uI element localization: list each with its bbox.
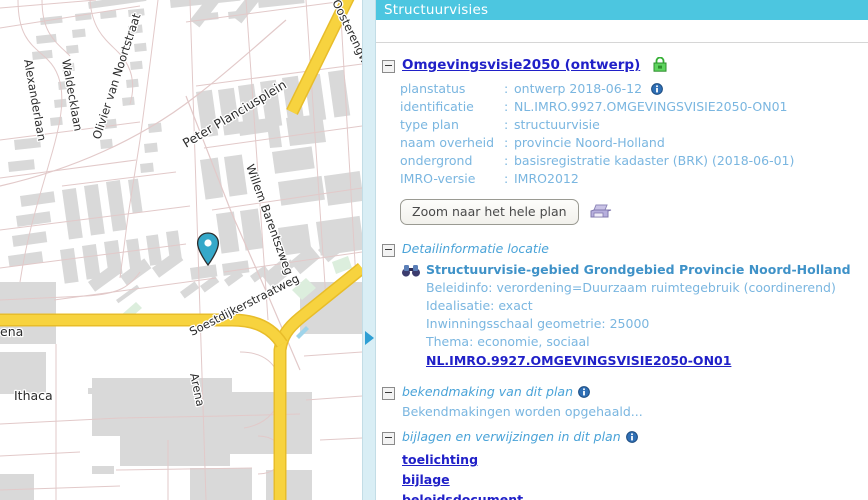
green-padlock-icon	[653, 57, 667, 72]
minus-box-icon[interactable]	[382, 432, 395, 445]
property-key: identificatie	[400, 99, 474, 114]
map-label-ithaca: Ithaca	[14, 388, 53, 403]
property-separator: :	[504, 171, 509, 186]
map-label-ena: ena	[0, 324, 23, 339]
detail-section-heading: Detailinformatie locatie	[402, 241, 549, 256]
detail-title-row: Structuurvisie-gebied Grondgebied Provin…	[402, 262, 868, 277]
plan-actions: Zoom naar het hele plan	[400, 199, 868, 225]
property-key: planstatus	[400, 81, 466, 96]
info-icon[interactable]	[578, 386, 590, 398]
property-key: ondergrond	[400, 153, 473, 168]
detail-section-body: Structuurvisie-gebied Grondgebied Provin…	[402, 262, 868, 368]
detail-title: Structuurvisie-gebied Grondgebied Provin…	[426, 262, 851, 277]
property-separator: :	[504, 81, 509, 96]
table-row: naam overheid : provincie Noord-Holland	[400, 135, 794, 153]
application-window: Alexanderlaan Waldecklaan Olivier van No…	[0, 0, 868, 500]
property-key: type plan	[400, 117, 459, 132]
attachment-link-beleidsdocument[interactable]: beleidsdocument	[402, 492, 868, 500]
property-value: provincie Noord-Holland	[514, 135, 665, 150]
printer-icon[interactable]	[590, 203, 612, 221]
property-value: IMRO2012	[514, 171, 579, 186]
table-row: type plan : structuurvisie	[400, 117, 794, 135]
property-value: structuurvisie	[514, 117, 600, 132]
property-value: basisregistratie kadaster (BRK) (2018-06…	[514, 153, 795, 168]
map-vector: Alexanderlaan Waldecklaan Olivier van No…	[0, 0, 362, 500]
plan-properties-table: planstatus : ontwerp 2018-06-12 identifi…	[400, 81, 794, 189]
panel-title: Structuurvisies	[376, 0, 868, 20]
property-key: IMRO-versie	[400, 171, 476, 186]
detail-imro-link[interactable]: NL.IMRO.9927.OMGEVINGSVISIE2050-ON01	[426, 353, 731, 368]
panel-splitter[interactable]	[362, 0, 376, 500]
attachments-section-header: bijlagen en verwijzingen in dit plan	[376, 429, 868, 445]
attachments-section-heading: bijlagen en verwijzingen in dit plan	[402, 429, 621, 444]
table-row: ondergrond : basisregistratie kadaster (…	[400, 153, 794, 171]
minus-box-icon[interactable]	[382, 387, 395, 400]
attachments-links: toelichting bijlage beleidsdocument	[402, 452, 868, 500]
minus-box-icon[interactable]	[382, 244, 395, 257]
attachment-link-bijlage[interactable]: bijlage	[402, 472, 868, 487]
location-pin-icon[interactable]	[196, 232, 220, 266]
table-row: identificatie : NL.IMRO.9927.OMGEVINGSVI…	[400, 99, 794, 117]
plan-header-row: Omgevingsvisie2050 (ontwerp)	[376, 57, 868, 73]
detail-line: Thema: economie, sociaal	[426, 334, 590, 349]
announcement-status-text: Bekendmakingen worden opgehaald...	[402, 404, 643, 419]
property-separator: :	[504, 135, 509, 150]
detail-link-wrap: NL.IMRO.9927.OMGEVINGSVISIE2050-ON01	[402, 353, 868, 368]
table-row: planstatus : ontwerp 2018-06-12	[400, 81, 794, 99]
property-value-text: ontwerp 2018-06-12	[514, 81, 643, 96]
detail-line: Inwinningsschaal geometrie: 25000	[426, 316, 650, 331]
table-row: IMRO-versie : IMRO2012	[400, 171, 794, 189]
info-icon[interactable]	[625, 431, 638, 443]
binoculars-icon	[402, 265, 420, 277]
detail-line: Idealisatie: exact	[426, 298, 533, 313]
property-key: naam overheid	[400, 135, 495, 150]
announcement-section-heading: bekendmaking van dit plan	[402, 384, 574, 399]
property-value: NL.IMRO.9927.OMGEVINGSVISIE2050-ON01	[514, 99, 788, 114]
property-separator: :	[504, 117, 509, 132]
detail-line: Beleidinfo: verordening=Duurzaam ruimteg…	[426, 280, 836, 295]
map-canvas[interactable]: Alexanderlaan Waldecklaan Olivier van No…	[0, 0, 362, 500]
property-separator: :	[504, 99, 509, 114]
attachment-link-toelichting[interactable]: toelichting	[402, 452, 868, 467]
info-icon[interactable]	[651, 83, 663, 95]
detail-section-header: Detailinformatie locatie	[376, 241, 868, 257]
panel-toolbar	[376, 20, 868, 43]
plan-title-link[interactable]: Omgevingsvisie2050 (ontwerp)	[402, 57, 640, 73]
structuurvisies-panel: Corn Structuurvisies Omgevingsvisie2050 …	[376, 0, 868, 500]
announcement-section-header: bekendmaking van dit plan	[376, 384, 868, 400]
property-separator: :	[504, 153, 509, 168]
minus-box-icon[interactable]	[382, 60, 395, 73]
zoom-to-plan-button[interactable]: Zoom naar het hele plan	[400, 199, 579, 225]
triangle-right-icon[interactable]	[365, 331, 374, 345]
property-value: ontwerp 2018-06-12	[514, 81, 794, 99]
